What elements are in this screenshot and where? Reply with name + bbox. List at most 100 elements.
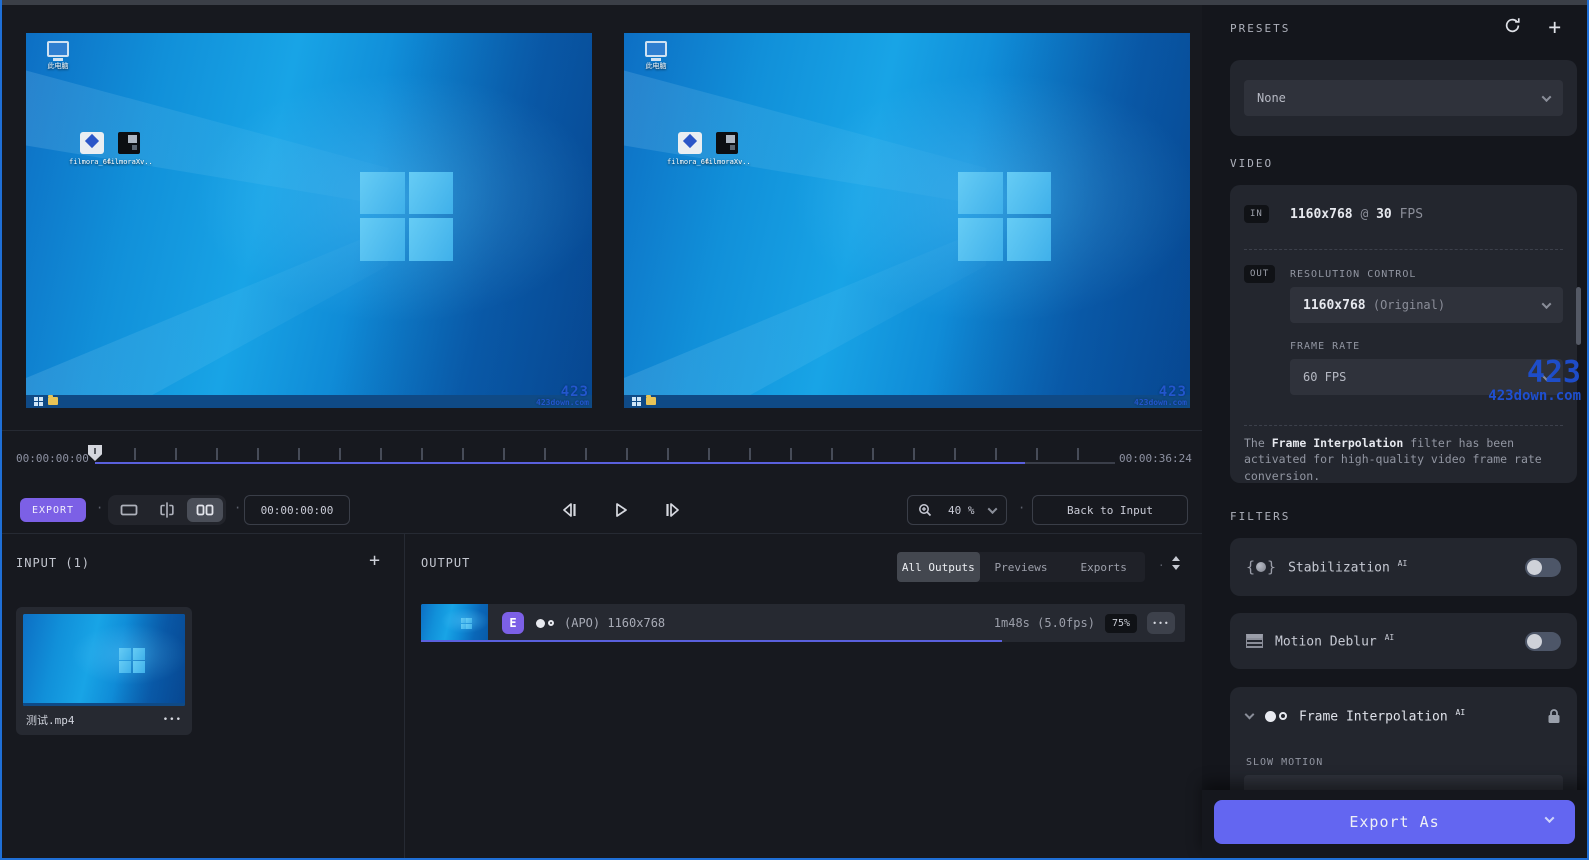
input-file-menu-button[interactable]: ••• (163, 715, 182, 725)
progress-percent-badge: 75% (1104, 613, 1137, 633)
filter-motion-deblur: Motion Deblur AI (1230, 613, 1577, 669)
preview-taskbar (624, 394, 1190, 408)
preview-area: 此电脑 filmora_64.. filmoraXv.. 423 423down… (2, 5, 1202, 430)
desktop-icon-app: filmoraXv.. (106, 132, 153, 167)
settings-sidebar: PRESETS + None VIDEO IN 1160x768 @ 30 FP… (1202, 5, 1587, 858)
input-file-card[interactable]: 测试.mp4 ••• (16, 607, 192, 735)
input-filename: 测试.mp4 (26, 714, 75, 727)
view-mode-group (108, 495, 226, 525)
output-row[interactable]: E (APO) 1160x768 1m48s (5.0fps) 75% ••• (421, 604, 1185, 642)
stabilization-toggle[interactable] (1525, 557, 1561, 577)
resolution-value: 1160x768 (1303, 297, 1366, 313)
bottom-panels: INPUT (1) + 测试.mp4 ••• OUTPUT All Output… (2, 533, 1202, 858)
back-to-input-button[interactable]: Back to Input (1032, 495, 1188, 525)
out-badge: OUT (1244, 265, 1276, 283)
desktop-icon-label: filmoraXv.. (106, 158, 153, 167)
timecode-field[interactable]: 00:00:00:00 (244, 495, 350, 525)
export-as-button[interactable]: Export As (1214, 800, 1575, 844)
installer-icon (80, 132, 105, 155)
next-frame-button[interactable] (658, 495, 688, 525)
ai-superscript: AI (1397, 558, 1408, 568)
zoom-control[interactable]: 40 % (907, 495, 1007, 525)
single-view-button[interactable] (111, 498, 147, 522)
resolution-note: (Original) (1372, 297, 1446, 312)
watermark: 423 423down.com (536, 385, 589, 407)
motion-deblur-icon (1246, 634, 1263, 648)
output-model-label: (APO) 1160x768 (564, 616, 666, 630)
add-preset-icon[interactable]: + (1548, 15, 1561, 39)
reset-presets-icon[interactable] (1504, 17, 1521, 34)
lock-icon (1547, 708, 1561, 724)
dashed-divider (1244, 425, 1563, 426)
controls-bar: EXPORT · · 00:00:00:00 40 % · Back to In… (2, 487, 1202, 533)
watermark-number: 423 (560, 384, 589, 400)
notice-text: The (1244, 436, 1272, 450)
desktop-icon-label: 此电脑 (47, 62, 69, 71)
output-menu-button[interactable]: ••• (1147, 612, 1175, 634)
preset-select[interactable]: None (1244, 80, 1563, 116)
resolution-control-label: RESOLUTION CONTROL (1290, 269, 1417, 280)
output-panel-title: OUTPUT (421, 556, 471, 570)
frame-interpolation-header[interactable]: Frame Interpolation AI (1244, 703, 1561, 729)
resolution-select[interactable]: 1160x768 (Original) (1290, 287, 1563, 323)
chevron-down-icon (1244, 709, 1255, 720)
presets-card: None (1230, 60, 1577, 136)
output-row-info: 1m48s (5.0fps) 75% ••• (994, 612, 1185, 634)
output-panel: OUTPUT All Outputs Previews Exports · E … (405, 534, 1202, 858)
split-view-button[interactable] (149, 498, 185, 522)
desktop-icon-this-pc: 此电脑 (633, 41, 679, 71)
installer-icon (678, 132, 703, 155)
folder-icon (47, 395, 58, 406)
chevron-down-icon (1541, 91, 1552, 102)
windows-logo (359, 171, 454, 261)
filters-section-title: FILTERS (1230, 510, 1291, 523)
input-panel: INPUT (1) + 测试.mp4 ••• (2, 534, 405, 858)
main-area: 此电脑 filmora_64.. filmoraXv.. 423 423down… (2, 5, 1202, 858)
play-button[interactable] (606, 495, 636, 525)
in-badge: IN (1244, 205, 1269, 223)
input-thumbnail[interactable] (23, 614, 185, 706)
timeline: 00:00:00:00 00:00:36:24 (2, 430, 1202, 487)
motion-deblur-toggle[interactable] (1525, 631, 1561, 651)
input-video-info: 1160x768 @ 30 FPS (1290, 207, 1423, 222)
sort-icon[interactable] (1171, 556, 1181, 570)
windows-logo (460, 618, 472, 629)
video-preview-output[interactable]: 此电脑 filmora_64.. filmoraXv.. 423 423down… (624, 33, 1190, 408)
windows-start-icon (33, 396, 43, 406)
sidebar-scrollbar[interactable] (1576, 287, 1581, 345)
frame-interpolation-icon (536, 618, 554, 628)
timeline-progress (95, 462, 1026, 464)
preview-taskbar (23, 702, 185, 706)
magnifier-plus-icon (919, 504, 932, 517)
frame-rate-value: 60 FPS (1303, 370, 1347, 384)
tab-exports[interactable]: Exports (1062, 552, 1145, 582)
at-symbol: @ (1360, 207, 1369, 222)
desktop-icon-label: 此电脑 (645, 62, 667, 71)
tab-all-outputs[interactable]: All Outputs (897, 552, 980, 582)
stabilization-icon: {} (1246, 558, 1277, 576)
frame-rate-select[interactable]: 60 FPS (1290, 359, 1563, 395)
output-progress-bar (421, 640, 1002, 642)
input-resolution: 1160x768 (1290, 207, 1353, 222)
separator-dot: · (234, 501, 242, 515)
app-icon (118, 132, 141, 155)
input-file-row: 测试.mp4 ••• (23, 706, 185, 734)
side-by-side-view-button[interactable] (187, 498, 223, 522)
dashed-divider (1244, 249, 1563, 250)
export-button[interactable]: EXPORT (20, 498, 86, 522)
timeline-start-time: 00:00:00:00 (16, 452, 89, 465)
add-input-button[interactable]: + (369, 552, 380, 570)
chevron-down-icon (987, 503, 998, 514)
separator-dot: · (1158, 559, 1165, 572)
tab-previews[interactable]: Previews (980, 552, 1063, 582)
toggle-knob (1527, 559, 1542, 575)
video-preview-input[interactable]: 此电脑 filmora_64.. filmoraXv.. 423 423down… (26, 33, 592, 408)
wallpaper-shade (26, 33, 592, 408)
output-thumbnail (421, 604, 488, 642)
timeline-ruler[interactable] (88, 445, 1115, 466)
wallpaper-shade (23, 614, 185, 706)
previous-frame-button[interactable] (554, 495, 584, 525)
watermark-url: 423down.com (1134, 398, 1187, 407)
chevron-down-icon (1541, 370, 1552, 381)
watermark-number: 423 (1158, 384, 1187, 400)
